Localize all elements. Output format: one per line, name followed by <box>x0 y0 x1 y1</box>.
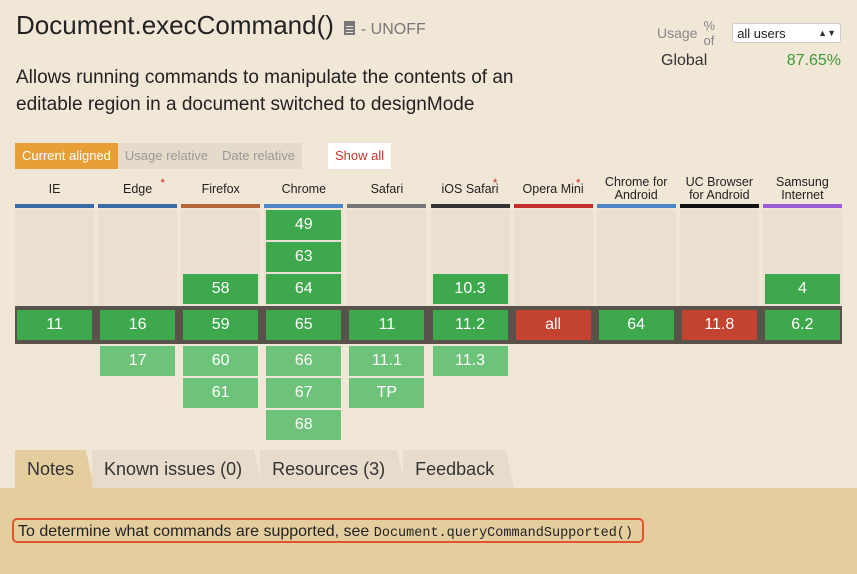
usage-panel: Usage % of all users ▲▼ Global 87.65% <box>657 18 841 70</box>
view-mode-tabs: Current aligned Usage relative Date rela… <box>15 143 302 169</box>
note-star-icon: * <box>575 176 581 190</box>
browser-color-bar <box>181 204 261 208</box>
past-versions-area <box>679 210 759 306</box>
version-cell-future[interactable]: 61 <box>183 378 259 408</box>
browser-color-bar <box>347 204 427 208</box>
detail-tabs: Notes Known issues (0) Resources (3) Fee… <box>15 450 515 488</box>
version-cell-current[interactable]: all <box>515 310 591 340</box>
version-cell-future[interactable]: 11.3 <box>432 346 508 376</box>
browser-name: Edge <box>122 181 153 196</box>
note-star-icon: * <box>492 176 498 190</box>
browser-column: Chrome 49 63 64 65 66 67 68 <box>264 174 344 440</box>
browser-name: Chrome for Android <box>604 175 668 202</box>
note-text: To determine what commands are supported… <box>12 518 644 543</box>
tab-known-issues[interactable]: Known issues (0) <box>92 450 263 488</box>
tab-notes[interactable]: Notes <box>15 450 95 488</box>
browser-color-bar <box>430 204 510 208</box>
global-label: Global <box>661 52 708 69</box>
feature-header: Document.execCommand() - UNOFF <box>16 10 426 41</box>
version-cell-current[interactable]: 11.2 <box>432 310 508 340</box>
version-cell-current[interactable]: 11 <box>349 310 425 340</box>
past-versions-area <box>98 210 178 306</box>
browser-color-bar <box>15 204 94 208</box>
select-arrows-icon: ▲▼ <box>818 28 836 38</box>
version-cell-past[interactable]: 64 <box>266 274 342 304</box>
version-cell-current[interactable]: 6.2 <box>764 310 840 340</box>
browser-name: Samsung Internet <box>775 175 829 202</box>
tab-feedback[interactable]: Feedback <box>403 450 515 488</box>
version-cell-future[interactable]: TP <box>349 378 425 408</box>
usage-scope-select[interactable]: all users ▲▼ <box>732 23 841 43</box>
past-versions-area <box>15 210 94 306</box>
note-star-icon: * <box>160 176 166 190</box>
browser-column: IE 11 <box>15 174 94 340</box>
version-cell-future[interactable]: 17 <box>100 346 176 376</box>
percent-of-label: % of <box>703 18 716 48</box>
browser-column: iOS Safari * 10.3 11.2 11.3 <box>430 174 510 376</box>
browser-color-bar <box>513 204 593 208</box>
version-cell-past[interactable]: 49 <box>266 210 342 240</box>
spec-status[interactable]: - UNOFF <box>361 21 426 39</box>
feature-title: Document.execCommand() <box>16 10 334 40</box>
past-versions-area <box>347 210 427 306</box>
feature-description: Allows running commands to manipulate th… <box>16 67 514 115</box>
version-cell-current[interactable]: 16 <box>100 310 176 340</box>
show-all-button[interactable]: Show all <box>328 143 392 169</box>
browser-column: Safari 11 11.1 TP <box>347 174 427 408</box>
version-cell-future[interactable]: 68 <box>266 410 342 440</box>
global-usage-value: 87.65% <box>786 52 841 69</box>
version-cell-current[interactable]: 65 <box>266 310 342 340</box>
note-text-body: To determine what commands are supported… <box>18 523 374 540</box>
tab-usage-relative[interactable]: Usage relative <box>117 143 215 169</box>
browser-name: UC Browser for Android <box>685 175 753 202</box>
note-code-link[interactable]: Document.queryCommandSupported() <box>374 526 633 541</box>
version-cell-current[interactable]: 59 <box>183 310 259 340</box>
browser-name: IE <box>48 181 61 196</box>
past-versions-area <box>596 210 676 306</box>
browser-color-bar <box>762 204 842 208</box>
version-cell-current[interactable]: 11 <box>17 310 92 340</box>
past-versions-area <box>513 210 593 306</box>
browser-column: UC Browser for Android 11.8 <box>679 174 759 340</box>
document-icon[interactable] <box>343 21 355 35</box>
tab-date-relative[interactable]: Date relative <box>215 143 302 169</box>
browser-name: Chrome <box>281 181 327 196</box>
usage-label: Usage <box>657 25 698 41</box>
browser-name: Firefox <box>201 181 240 196</box>
version-cell-future[interactable]: 11.1 <box>349 346 425 376</box>
browser-column: Opera Mini * all <box>513 174 593 340</box>
browser-name: Safari <box>370 181 404 196</box>
version-cell-future[interactable]: 60 <box>183 346 259 376</box>
version-cell-past[interactable]: 63 <box>266 242 342 272</box>
usage-scope-value: all users <box>737 25 786 41</box>
tab-current-aligned[interactable]: Current aligned <box>15 143 118 169</box>
version-cell-past[interactable]: 4 <box>764 274 840 304</box>
browser-column: Firefox 58 59 60 61 <box>181 174 261 408</box>
version-cell-past[interactable]: 10.3 <box>432 274 508 304</box>
browser-column: Samsung Internet 4 6.2 <box>762 174 842 340</box>
browser-color-bar <box>264 204 344 208</box>
browser-column: Chrome for Android 64 <box>596 174 676 340</box>
version-cell-past[interactable]: 58 <box>183 274 259 304</box>
version-cell-current[interactable]: 11.8 <box>681 310 757 340</box>
tab-resources[interactable]: Resources (3) <box>260 450 406 488</box>
browser-column: Edge * 16 17 <box>98 174 178 376</box>
browser-color-bar <box>98 204 178 208</box>
version-cell-current[interactable]: 64 <box>598 310 674 340</box>
browser-color-bar <box>679 204 759 208</box>
version-cell-future[interactable]: 66 <box>266 346 342 376</box>
support-table: IE 11 Edge * 16 17 Firefox 58 59 60 61 Chrome 49 63 64… <box>15 174 842 444</box>
browser-color-bar <box>596 204 676 208</box>
version-cell-future[interactable]: 67 <box>266 378 342 408</box>
